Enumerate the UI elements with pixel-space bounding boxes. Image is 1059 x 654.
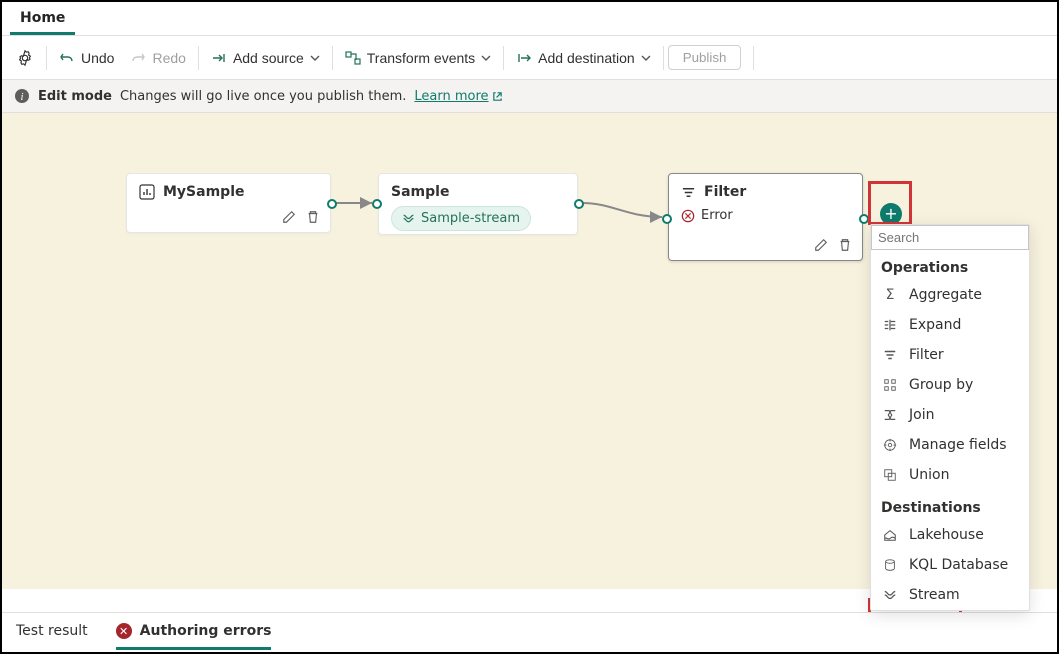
tab-label: Test result xyxy=(16,623,88,639)
menu-label: Stream xyxy=(909,587,960,603)
redo-icon xyxy=(130,50,146,66)
node-sample[interactable]: Sample Sample-stream xyxy=(378,173,578,235)
stream-icon xyxy=(402,212,415,225)
add-node-button[interactable]: + xyxy=(880,203,902,225)
trash-icon[interactable] xyxy=(836,236,854,254)
node-title: Sample xyxy=(391,184,449,200)
union-icon xyxy=(881,468,899,482)
menu-label: Manage fields xyxy=(909,437,1007,453)
settings-button[interactable] xyxy=(8,45,42,71)
chevron-down-icon xyxy=(641,53,651,63)
lakehouse-icon xyxy=(881,528,899,542)
menu-label: Aggregate xyxy=(909,287,982,303)
add-menu: Operations Σ Aggregate Expand Filter Gro… xyxy=(870,224,1030,611)
menu-manage-fields[interactable]: Manage fields xyxy=(871,430,1029,460)
node-mysample[interactable]: MySample xyxy=(126,173,331,233)
manage-fields-icon xyxy=(881,438,899,452)
info-icon: i xyxy=(14,88,30,104)
barchart-icon xyxy=(139,184,155,200)
tab-label: Authoring errors xyxy=(140,623,272,639)
menu-label: Expand xyxy=(909,317,961,333)
transform-icon xyxy=(345,50,361,66)
section-operations: Operations xyxy=(871,250,1029,280)
plus-icon: + xyxy=(884,206,897,222)
chevron-down-icon xyxy=(481,53,491,63)
chip-label: Sample-stream xyxy=(421,211,520,226)
undo-label: Undo xyxy=(81,50,114,66)
menu-label: Join xyxy=(909,407,934,423)
sigma-icon: Σ xyxy=(881,287,899,303)
menu-label: Lakehouse xyxy=(909,527,984,543)
menu-filter[interactable]: Filter xyxy=(871,340,1029,370)
error-badge-icon: ✕ xyxy=(116,623,132,639)
port-out[interactable] xyxy=(327,199,337,209)
add-source-button[interactable]: Add source xyxy=(203,46,328,70)
menu-label: KQL Database xyxy=(909,557,1008,573)
add-destination-label: Add destination xyxy=(538,50,635,66)
expand-icon xyxy=(881,318,899,332)
error-label: Error xyxy=(701,208,733,223)
svg-text:i: i xyxy=(20,91,23,103)
search-input[interactable] xyxy=(871,225,1029,250)
toolbar: Undo Redo Add source Transform events Ad… xyxy=(2,36,1057,80)
stream-icon xyxy=(881,588,899,602)
trash-icon[interactable] xyxy=(304,208,322,226)
tab-test-result[interactable]: Test result xyxy=(16,615,88,650)
add-destination-button[interactable]: Add destination xyxy=(508,46,659,70)
filter-icon xyxy=(881,348,899,362)
top-tabs: Home xyxy=(2,2,1057,36)
menu-expand[interactable]: Expand xyxy=(871,310,1029,340)
filter-icon xyxy=(681,185,696,200)
info-bar: i Edit mode Changes will go live once yo… xyxy=(2,80,1057,113)
groupby-icon xyxy=(881,378,899,392)
database-icon xyxy=(881,558,899,572)
transform-events-button[interactable]: Transform events xyxy=(337,46,499,70)
undo-icon xyxy=(59,50,75,66)
edit-icon[interactable] xyxy=(812,236,830,254)
tab-authoring-errors[interactable]: ✕ Authoring errors xyxy=(116,615,272,650)
node-title: Filter xyxy=(704,184,746,200)
menu-label: Union xyxy=(909,467,949,483)
section-destinations: Destinations xyxy=(871,490,1029,520)
external-link-icon xyxy=(492,91,503,102)
add-destination-icon xyxy=(516,50,532,66)
menu-label: Group by xyxy=(909,377,973,393)
learn-more-link[interactable]: Learn more xyxy=(414,89,502,104)
menu-kql-database[interactable]: KQL Database xyxy=(871,550,1029,580)
port-out[interactable] xyxy=(859,214,869,224)
learn-more-label: Learn more xyxy=(414,89,488,104)
redo-button: Redo xyxy=(122,46,193,70)
menu-join[interactable]: Join xyxy=(871,400,1029,430)
error-icon xyxy=(681,209,695,223)
info-desc: Changes will go live once you publish th… xyxy=(120,89,406,104)
chevron-down-icon xyxy=(310,53,320,63)
gear-icon xyxy=(16,49,34,67)
join-icon xyxy=(881,408,899,422)
publish-button: Publish xyxy=(668,45,742,70)
menu-groupby[interactable]: Group by xyxy=(871,370,1029,400)
edit-mode-label: Edit mode xyxy=(38,89,112,104)
node-filter[interactable]: Filter Error xyxy=(668,173,863,261)
transform-label: Transform events xyxy=(367,50,475,66)
menu-stream[interactable]: Stream xyxy=(871,580,1029,610)
redo-label: Redo xyxy=(152,50,185,66)
add-source-label: Add source xyxy=(233,50,304,66)
port-out[interactable] xyxy=(574,199,584,209)
port-in[interactable] xyxy=(662,214,672,224)
undo-button[interactable]: Undo xyxy=(51,46,122,70)
bottom-tabs: Test result ✕ Authoring errors xyxy=(2,612,1057,652)
node-title: MySample xyxy=(163,184,245,200)
menu-lakehouse[interactable]: Lakehouse xyxy=(871,520,1029,550)
tab-home[interactable]: Home xyxy=(10,4,75,35)
menu-label: Filter xyxy=(909,347,944,363)
edit-icon[interactable] xyxy=(280,208,298,226)
add-source-icon xyxy=(211,50,227,66)
menu-union[interactable]: Union xyxy=(871,460,1029,490)
port-in[interactable] xyxy=(372,199,382,209)
menu-aggregate[interactable]: Σ Aggregate xyxy=(871,280,1029,310)
